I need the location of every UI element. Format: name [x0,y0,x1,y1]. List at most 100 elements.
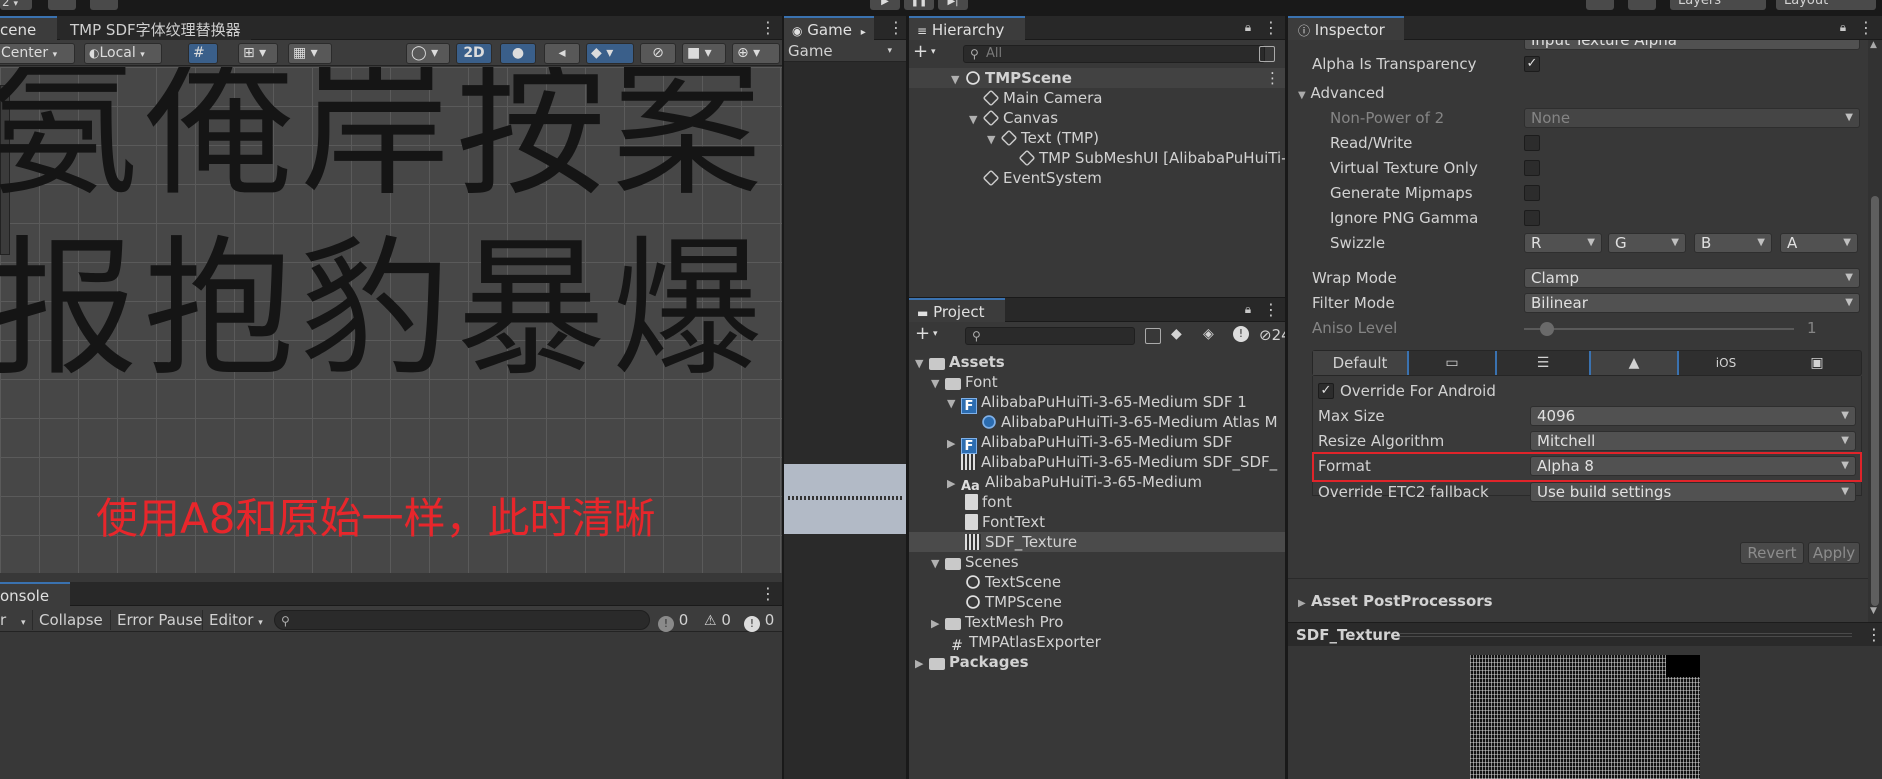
clear-dropdown[interactable]: r ▾ [0,610,25,630]
label-filter-icon[interactable]: ◈ [1203,326,1214,342]
audio-toggle-icon[interactable]: ◂ [544,43,580,64]
aniso-level-slider-handle[interactable] [1540,322,1554,336]
layout-dropdown[interactable]: Layout [1776,0,1876,10]
hierarchy-menu-icon[interactable]: ⋮ [1263,19,1279,37]
project-item[interactable]: ▶ TextMesh Pro [931,612,1063,632]
asset-postprocessors-foldout[interactable]: ▶ Asset PostProcessors [1298,590,1493,612]
space-dropdown[interactable]: ◐Local ▾ [84,43,162,64]
project-item[interactable]: ▼ Assets [915,352,1005,372]
lock-icon[interactable]: 🔒︎ [1836,20,1850,34]
project-item[interactable]: FontText [965,512,1045,532]
hierarchy-item[interactable]: TMP SubMeshUI [AlibabaPuHuiTi- [1018,148,1285,168]
alpha-source-dropdown[interactable]: Input Texture Alpha [1524,40,1860,50]
increment-snap-button[interactable]: ⊞ ▾ [238,43,278,64]
max-size-dropdown[interactable]: 4096 ▼ [1530,406,1856,426]
virtual-texture-checkbox[interactable] [1524,160,1540,176]
tab-ios-platform[interactable]: iOS [1681,351,1771,375]
tab-default-platform[interactable]: Default [1313,351,1409,375]
swizzle-b-dropdown[interactable]: B ▼ [1694,233,1772,253]
override-etc2-dropdown[interactable]: Use build settings ▼ [1530,482,1856,502]
project-item[interactable]: ▶ Packages [915,652,1029,672]
resize-algorithm-dropdown[interactable]: Mitchell ▼ [1530,431,1856,451]
inspector-scrollbar-down[interactable]: ▼ [1870,606,1877,616]
lock-icon[interactable]: 🔒︎ [1241,302,1255,316]
server-platform-icon[interactable]: ☰ [1499,351,1587,375]
grid-snap-button[interactable]: # [188,43,218,64]
console-search-input[interactable]: ⚲ [274,610,650,630]
scene-viewport[interactable]: 氨俺岸按案 报抱豹暴爆 使用A8和原始一样，此时清晰 [0,67,782,573]
project-item[interactable]: ▼ F AlibabaPuHuiTi-3-65-Medium SDF 1 [947,392,1247,414]
search-by-type-icon[interactable] [1145,328,1161,344]
project-item[interactable]: AlibabaPuHuiTi-3-65-Medium Atlas M [981,412,1278,432]
apply-button[interactable]: Apply [1808,542,1860,564]
tab-tmp-sdf-replacer[interactable]: TMP SDF字体纹理替换器 [60,16,251,40]
project-item[interactable]: TMPScene [965,592,1062,612]
pivot-dropdown[interactable]: Center ▾ [0,43,75,64]
tab-inspector[interactable]: ⓘ Inspector [1288,16,1404,40]
tab-console[interactable]: onsole [0,582,70,606]
aniso-level-field[interactable]: 1 [1800,318,1860,338]
top-left-dropdown[interactable]: 2 ▾ [0,0,32,10]
override-android-checkbox[interactable]: ✓ [1318,383,1334,399]
aniso-level-slider[interactable] [1524,328,1794,330]
console-menu-icon[interactable]: ⋮ [760,585,776,603]
alpha-transparency-checkbox[interactable]: ✓ [1524,56,1540,72]
game-display-dropdown[interactable]: Game ▾ [784,40,906,62]
collapse-button[interactable]: Collapse [32,610,109,630]
filter-mode-dropdown[interactable]: Bilinear ▼ [1524,293,1860,313]
scene-row-menu-icon[interactable]: ⋮ [1265,68,1280,88]
project-item-selected[interactable]: SDF_Texture [909,532,1285,552]
hidden-objects-icon[interactable]: ⊘ [640,43,676,64]
lighting-toggle-icon[interactable]: ● [500,43,536,64]
draw-mode-button[interactable]: ◯ ▾ [406,43,450,64]
editor-dropdown[interactable]: Editor ▾ [202,610,269,630]
play-button[interactable]: ▶ [870,0,900,10]
tab-game[interactable]: ◉ Game ▸ [784,16,874,40]
account-button[interactable] [48,0,76,10]
project-item[interactable]: AlibabaPuHuiTi-3-65-Medium SDF_SDF_ [961,452,1277,472]
generate-mipmaps-checkbox[interactable] [1524,185,1540,201]
tab-hierarchy[interactable]: ≡ Hierarchy [909,16,1025,40]
error-count[interactable]: ! 0 [744,610,774,632]
camera-dropdown-icon[interactable]: ■ ▾ [682,43,726,64]
hierarchy-item[interactable]: ▼ Canvas [969,108,1058,128]
scene-menu-icon[interactable]: ⋮ [760,19,776,37]
project-item[interactable]: # TMPAtlasExporter [949,632,1101,654]
type-filter-icon[interactable]: ◆ [1171,326,1182,342]
read-write-checkbox[interactable] [1524,135,1540,151]
game-menu-icon[interactable]: ⋮ [888,19,904,37]
tab-project[interactable]: ▬ Project [909,298,1005,322]
hierarchy-add-button[interactable]: + ▾ [913,42,947,62]
search-icon[interactable] [1628,0,1656,10]
project-item[interactable]: TextScene [965,572,1061,592]
effects-toggle-icon[interactable]: ◆ ▾ [586,43,634,64]
project-item[interactable]: ▶ F AlibabaPuHuiTi-3-65-Medium SDF [947,432,1232,454]
webgl-platform-icon[interactable]: ▣ [1773,351,1861,375]
pause-button[interactable]: ❚❚ [904,0,934,10]
preview-menu-icon[interactable]: ⋮ [1866,625,1882,645]
hierarchy-search-input[interactable]: ⚲ All [963,45,1265,63]
lock-icon[interactable]: 🔒︎ [1241,20,1255,34]
hidden-packages-toggle[interactable]: ⊘24 [1259,326,1285,344]
android-platform-icon[interactable]: ▲ [1589,351,1679,375]
non-power-of-2-dropdown[interactable]: None ▼ [1524,108,1860,128]
project-menu-icon[interactable]: ⋮ [1263,301,1279,319]
history-icon[interactable] [1586,0,1614,10]
hierarchy-item[interactable]: Main Camera [982,88,1102,108]
gizmos-dropdown-icon[interactable]: ⊕ ▾ [732,43,780,64]
step-button[interactable]: ▶| [938,0,968,10]
toggle-2d-button[interactable]: 2D [456,43,492,64]
project-search-input[interactable]: ⚲ [965,327,1135,345]
layers-dropdown[interactable]: Layers [1670,0,1766,10]
swizzle-r-dropdown[interactable]: R ▼ [1524,233,1602,253]
advanced-foldout[interactable]: ▼ Advanced [1298,82,1385,104]
project-item[interactable]: ▼ Scenes [931,552,1019,572]
inspector-scrollbar[interactable]: ▲ ▼ [1868,40,1882,622]
revert-button[interactable]: Revert [1740,542,1804,564]
format-dropdown[interactable]: Alpha 8 ▼ [1530,456,1856,476]
project-add-button[interactable]: + ▾ [915,324,949,344]
inspector-scrollbar-up[interactable]: ▲ [1870,40,1877,50]
project-item[interactable]: ▶ Aa AlibabaPuHuiTi-3-65-Medium [947,472,1202,494]
hierarchy-filter-icon[interactable] [1259,46,1275,62]
ignore-png-gamma-checkbox[interactable] [1524,210,1540,226]
